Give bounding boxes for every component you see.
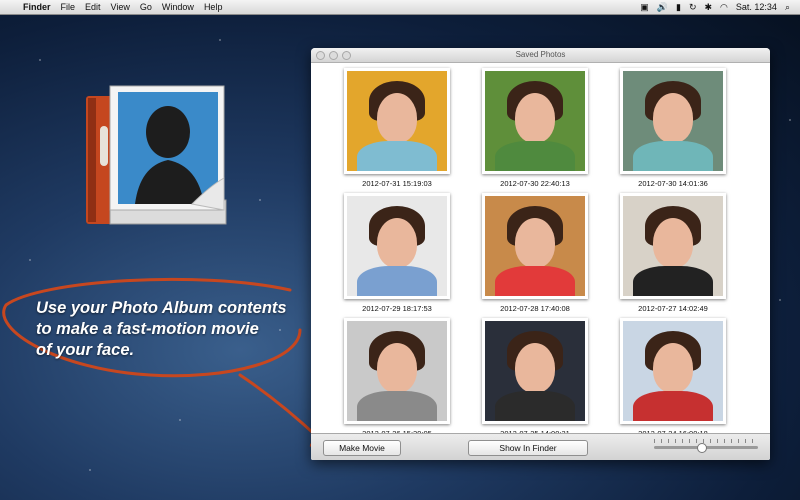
photo-shirt	[357, 266, 437, 296]
menu-file[interactable]: File	[56, 2, 81, 12]
make-movie-button[interactable]: Make Movie	[323, 440, 401, 456]
photo-shirt	[633, 141, 713, 171]
photo-item[interactable]: 2012-07-30 14:01:36	[619, 68, 727, 188]
clock[interactable]: Sat. 12:34	[732, 2, 781, 12]
photo-grid: 2012-07-31 15:19:03 2012-07-30 22:40:13 20…	[311, 63, 770, 438]
menu-window[interactable]: Window	[157, 2, 199, 12]
photo-thumbnail[interactable]	[344, 318, 450, 424]
photo-thumbnail[interactable]	[620, 318, 726, 424]
photo-shirt	[495, 141, 575, 171]
photo-thumbnail[interactable]	[344, 68, 450, 174]
photo-caption: 2012-07-28 17:40:08	[500, 304, 570, 313]
photo-item[interactable]: 2012-07-26 15:29:05	[343, 318, 451, 438]
photo-face	[653, 343, 693, 393]
photo-face	[515, 93, 555, 143]
photo-shirt	[633, 391, 713, 421]
photo-item[interactable]: 2012-07-25 14:00:31	[481, 318, 589, 438]
photo-album-icon	[86, 85, 227, 225]
menu-edit[interactable]: Edit	[80, 2, 106, 12]
bluetooth-icon[interactable]: ✱	[701, 2, 717, 13]
wifi-icon[interactable]: ◠	[716, 2, 732, 13]
photo-caption: 2012-07-30 14:01:36	[638, 179, 708, 188]
photo-shirt	[633, 266, 713, 296]
photo-face	[377, 343, 417, 393]
status-area: ▣ 🔊 ▮ ↻ ✱ ◠ Sat. 12:34 ⌕	[636, 2, 800, 13]
photo-shirt	[495, 391, 575, 421]
zoom-window-button[interactable]	[342, 51, 351, 60]
photo-face	[377, 93, 417, 143]
close-window-button[interactable]	[316, 51, 325, 60]
zoom-slider[interactable]	[654, 443, 758, 453]
minimize-window-button[interactable]	[329, 51, 338, 60]
window-toolbar: Make Movie Show In Finder	[311, 433, 770, 460]
promo-line-1: Use your Photo Album contents	[36, 299, 287, 317]
photo-face	[377, 218, 417, 268]
photo-item[interactable]: 2012-07-29 18:17:53	[343, 193, 451, 313]
spotlight-icon[interactable]: ⌕	[781, 2, 794, 13]
window-title: Saved Photos	[515, 50, 566, 59]
photo-item[interactable]: 2012-07-30 22:40:13	[481, 68, 589, 188]
photo-caption: 2012-07-27 14:02:49	[638, 304, 708, 313]
zoom-slider-knob[interactable]	[697, 443, 708, 453]
photo-shirt	[495, 266, 575, 296]
photo-caption: 2012-07-31 15:19:03	[362, 179, 432, 188]
photo-thumbnail[interactable]	[620, 193, 726, 299]
photo-shirt	[357, 141, 437, 171]
sync-icon[interactable]: ↻	[685, 2, 701, 13]
photo-item[interactable]: 2012-07-27 14:02:49	[619, 193, 727, 313]
menu-go[interactable]: Go	[135, 2, 157, 12]
photo-thumbnail[interactable]	[344, 193, 450, 299]
promo-text: Use your Photo Album contents to make a …	[36, 298, 316, 361]
promo-line-2: to make a fast-motion movie	[36, 320, 259, 338]
photo-item[interactable]: 2012-07-31 15:19:03	[343, 68, 451, 188]
volume-icon[interactable]: 🔊	[653, 2, 672, 13]
photo-item[interactable]: 2012-07-28 17:40:08	[481, 193, 589, 313]
menu-finder[interactable]: Finder	[18, 2, 56, 12]
photo-caption: 2012-07-29 18:17:53	[362, 304, 432, 313]
battery-icon[interactable]: ▮	[672, 2, 685, 13]
menu-view[interactable]: View	[106, 2, 135, 12]
photo-thumbnail[interactable]	[482, 68, 588, 174]
photo-caption: 2012-07-30 22:40:13	[500, 179, 570, 188]
show-in-finder-button[interactable]: Show In Finder	[468, 440, 588, 456]
photo-face	[515, 218, 555, 268]
photo-thumbnail[interactable]	[620, 68, 726, 174]
photo-shirt	[357, 391, 437, 421]
menu-bar: Finder File Edit View Go Window Help ▣ 🔊…	[0, 0, 800, 15]
photo-face	[515, 343, 555, 393]
photo-thumbnail[interactable]	[482, 318, 588, 424]
menu-help[interactable]: Help	[199, 2, 228, 12]
photo-face	[653, 93, 693, 143]
window-titlebar[interactable]: Saved Photos	[311, 48, 770, 63]
photo-thumbnail[interactable]	[482, 193, 588, 299]
promo-line-3: of your face.	[36, 341, 135, 359]
saved-photos-window: Saved Photos 2012-07-31 15:19:03 2012-07-…	[311, 48, 770, 460]
photo-face	[653, 218, 693, 268]
zoom-slider-ticks	[654, 439, 758, 443]
photo-item[interactable]: 2012-07-24 16:00:18	[619, 318, 727, 438]
app-status-icon[interactable]: ▣	[636, 2, 653, 13]
